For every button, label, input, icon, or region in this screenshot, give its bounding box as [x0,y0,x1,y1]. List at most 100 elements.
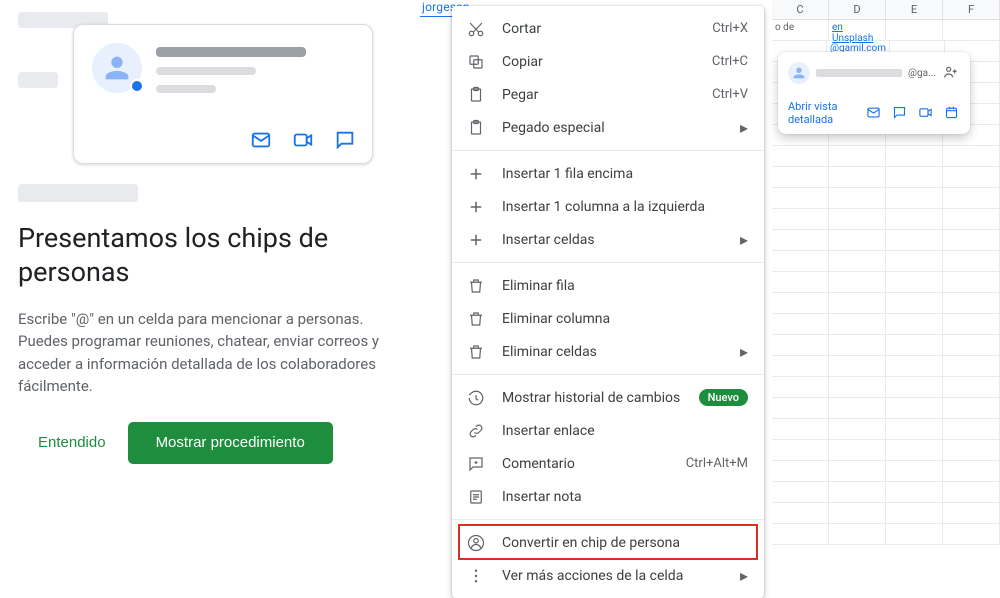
dismiss-button[interactable]: Entendido [38,434,106,451]
show-procedure-button[interactable]: Mostrar procedimiento [128,422,333,465]
person-chip-icon [466,534,486,552]
promo-person-card [73,24,373,164]
grid-row[interactable] [772,377,1000,398]
new-badge: Nuevo [699,389,748,406]
mail-icon[interactable] [866,105,882,121]
redacted-name [816,69,902,77]
menu-insert-row[interactable]: Insertar 1 fila encima [452,157,764,190]
person-icon [100,51,134,85]
submenu-arrow-icon: ▸ [740,232,748,248]
menu-delete-column[interactable]: Eliminar columna [452,302,764,335]
col-header[interactable]: E [886,0,943,19]
avatar [788,62,810,84]
plus-icon [466,198,486,216]
paste-special-icon [466,119,486,137]
grid-row[interactable] [772,356,1000,377]
grid-row[interactable] [772,335,1000,356]
email-suffix: @ga... [908,68,936,79]
menu-convert-person-chip[interactable]: Convertir en chip de persona [452,526,764,559]
column-headers[interactable]: C D E F [772,0,1000,20]
grid-row[interactable] [772,272,1000,293]
menu-separator [452,374,764,375]
skeleton-line [156,67,256,75]
col-header[interactable]: F [943,0,1000,19]
menu-paste[interactable]: Pegar Ctrl+V [452,78,764,111]
illustration-bar [18,184,138,202]
trash-icon [466,343,486,361]
cell-context-menu: Cortar Ctrl+X Copiar Ctrl+C Pegar Ctrl+V… [452,6,764,598]
menu-separator [452,519,764,520]
menu-delete-row[interactable]: Eliminar fila [452,269,764,302]
copy-icon [466,53,486,71]
menu-delete-cells[interactable]: Eliminar celdas ▸ [452,335,764,368]
grid-row[interactable] [772,398,1000,419]
grid-row[interactable] [772,440,1000,461]
menu-paste-special[interactable]: Pegado especial ▸ [452,111,764,144]
grid-row[interactable] [772,293,1000,314]
trash-icon [466,310,486,328]
col-header[interactable]: D [829,0,886,19]
grid-row[interactable] [772,503,1000,524]
cell[interactable] [886,20,943,40]
link-icon [466,422,486,440]
promo-body: Escribe "@" en un celda para mencionar a… [18,308,402,398]
avatar [92,43,142,93]
menu-cut[interactable]: Cortar Ctrl+X [452,12,764,45]
calendar-icon[interactable] [944,105,960,121]
menu-insert-link[interactable]: Insertar enlace [452,414,764,447]
skeleton-line [156,85,216,93]
grid-row[interactable] [772,314,1000,335]
chat-icon[interactable] [892,105,908,121]
presence-dot-icon [130,79,144,93]
grid-row[interactable] [772,167,1000,188]
person-icon [791,65,807,81]
mail-icon [250,129,272,151]
grid-row[interactable] [772,251,1000,272]
paste-icon [466,86,486,104]
grid-row[interactable] [772,146,1000,167]
grid-row[interactable] [772,230,1000,251]
grid-row[interactable] [772,419,1000,440]
grid-row[interactable] [772,209,1000,230]
spreadsheet-grid[interactable]: C D E F o de en Unsplash @gamil.com [772,0,1000,567]
cell[interactable]: en Unsplash [829,20,886,40]
comment-icon [466,455,486,473]
menu-insert-cells[interactable]: Insertar celdas ▸ [452,223,764,256]
col-header[interactable]: C [772,0,829,19]
history-icon [466,389,486,407]
cell[interactable] [943,20,1000,40]
people-chips-promo: Presentamos los chips de personas Escrib… [0,0,420,482]
cut-icon [466,20,486,38]
note-icon [466,488,486,506]
promo-title: Presentamos los chips de personas [18,222,402,290]
trash-icon [466,277,486,295]
open-detailed-view-link[interactable]: Abrir vista detallada [788,100,856,126]
add-contact-button[interactable] [942,64,960,82]
grid-row[interactable] [772,524,1000,545]
cell[interactable]: o de [772,20,829,40]
menu-history[interactable]: Mostrar historial de cambios Nuevo [452,381,764,414]
menu-separator [452,262,764,263]
grid-row[interactable] [772,461,1000,482]
plus-icon [466,231,486,249]
add-person-icon [942,64,958,80]
more-icon [466,567,486,585]
video-icon [292,129,314,151]
chat-icon [334,129,356,151]
grid-row[interactable] [772,188,1000,209]
submenu-arrow-icon: ▸ [740,120,748,136]
video-icon[interactable] [918,105,934,121]
menu-comment[interactable]: Comentario Ctrl+Alt+M [452,447,764,480]
grid-row[interactable]: o de en Unsplash [772,20,1000,41]
grid-row[interactable] [772,482,1000,503]
menu-more-actions[interactable]: Ver más acciones de la celda ▸ [452,559,764,592]
menu-separator [452,150,764,151]
submenu-arrow-icon: ▸ [740,344,748,360]
submenu-arrow-icon: ▸ [740,568,748,584]
plus-icon [466,165,486,183]
promo-illustration [18,4,402,204]
menu-copy[interactable]: Copiar Ctrl+C [452,45,764,78]
menu-insert-note[interactable]: Insertar nota [452,480,764,513]
person-hover-card: @ga... Abrir vista detallada [778,52,970,134]
menu-insert-column[interactable]: Insertar 1 columna a la izquierda [452,190,764,223]
